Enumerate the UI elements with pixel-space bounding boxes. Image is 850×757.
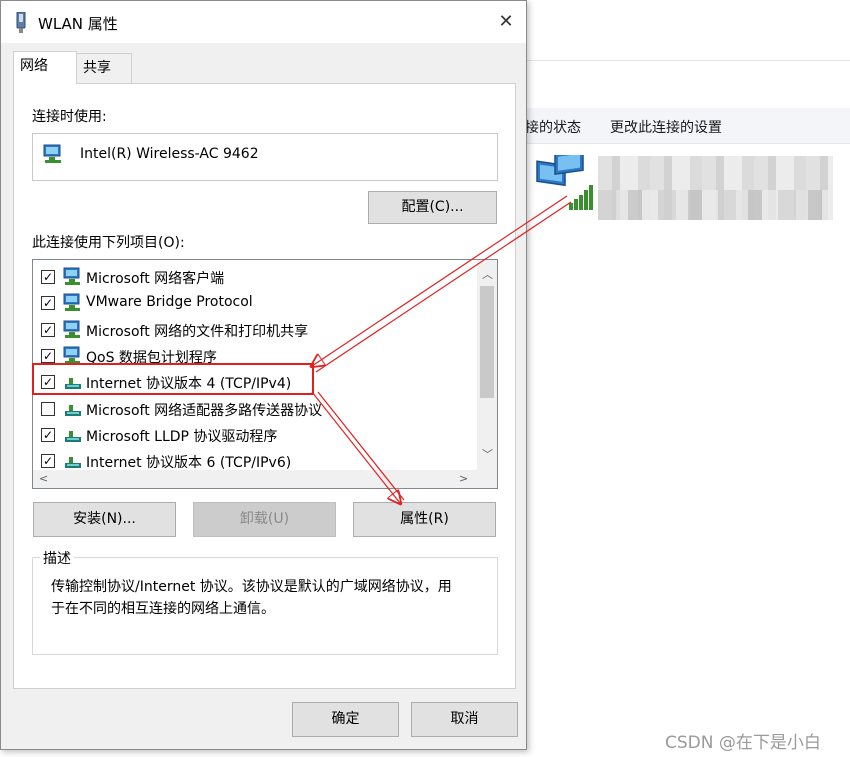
- list-item-label: Microsoft 网络客户端: [86, 271, 225, 287]
- blurred-connection-detail: [598, 190, 833, 220]
- list-item-label: Microsoft 网络的文件和打印机共享: [86, 323, 309, 340]
- network-client-icon: [63, 346, 80, 364]
- scroll-right-icon[interactable]: >: [459, 472, 468, 485]
- list-item-label: Internet 协议版本 4 (TCP/IPv4): [86, 376, 292, 393]
- ok-button[interactable]: 确定: [292, 702, 399, 737]
- protocol-icon: [65, 404, 81, 416]
- protocol-icon: [65, 457, 81, 469]
- description-line-2: 于在不同的相互连接的网络上通信。: [51, 601, 275, 617]
- checkbox-checked[interactable]: ✓: [41, 427, 55, 442]
- description-line-1: 传输控制协议/Internet 协议。该协议是默认的广域网络协议，用: [51, 579, 452, 595]
- background-divider: [525, 60, 850, 61]
- checkbox-checked[interactable]: ✓: [41, 454, 55, 469]
- properties-button[interactable]: 属性(R): [353, 502, 496, 537]
- checkbox-checked[interactable]: ✓: [41, 296, 55, 311]
- horizontal-scrollbar[interactable]: < >: [33, 470, 497, 488]
- cancel-button[interactable]: 取消: [411, 702, 518, 737]
- list-item[interactable]: ✓ QoS 数据包计划程序: [33, 343, 473, 369]
- watermark: CSDN @在下是小白: [665, 733, 821, 753]
- list-item[interactable]: ✓ Microsoft 网络的文件和打印机共享: [33, 317, 473, 343]
- protocol-icon: [65, 378, 81, 390]
- network-client-icon: [63, 293, 80, 312]
- checkbox-checked[interactable]: ✓: [41, 270, 55, 284]
- wlan-properties-dialog: WLAN 属性 ✕ 网络 共享 连接时使用: Intel(R) Wireless…: [0, 0, 527, 750]
- list-item-label: Microsoft 网络适配器多路传送器协议: [86, 402, 323, 419]
- tab-network[interactable]: 网络: [13, 51, 77, 84]
- close-button[interactable]: ✕: [493, 9, 519, 35]
- list-item[interactable]: ✓ VMware Bridge Protocol: [33, 290, 473, 316]
- protocol-icon: [65, 430, 81, 442]
- background-toolbar: 接的状态 更改此连接的设置: [525, 108, 850, 144]
- list-item[interactable]: ✓ Internet 协议版本 4 (TCP/IPv4): [33, 369, 473, 395]
- wireless-network-icon[interactable]: [535, 155, 595, 213]
- title-bar: WLAN 属性 ✕: [1, 1, 526, 43]
- scroll-up-icon[interactable]: ︿: [482, 266, 493, 282]
- dialog-title: WLAN 属性: [38, 15, 118, 33]
- list-item[interactable]: ✓ Microsoft LLDP 协议驱动程序: [33, 422, 473, 448]
- network-client-icon: [63, 320, 80, 338]
- description-text: 传输控制协议/Internet 协议。该协议是默认的广域网络协议，用 于在不同的…: [51, 576, 491, 620]
- configure-button[interactable]: 配置(C)...: [368, 191, 497, 224]
- adapter-box: Intel(R) Wireless-AC 9462: [32, 133, 498, 181]
- list-item-label: QoS 数据包计划程序: [86, 349, 217, 366]
- toolbar-item-change-settings[interactable]: 更改此连接的设置: [610, 117, 722, 137]
- scroll-down-icon[interactable]: ﹀: [482, 446, 493, 462]
- vertical-scroll-thumb[interactable]: [480, 286, 494, 398]
- checkbox-checked[interactable]: ✓: [41, 322, 55, 337]
- wlan-adapter-icon: [16, 12, 26, 33]
- checkbox-checked[interactable]: ✓: [41, 375, 55, 390]
- items-label: 此连接使用下列项目(O):: [32, 235, 185, 251]
- network-adapter-icon: [43, 144, 61, 163]
- list-item-label: Microsoft LLDP 协议驱动程序: [86, 428, 278, 445]
- install-button[interactable]: 安装(N)...: [33, 502, 176, 537]
- connect-using-label: 连接时使用:: [32, 109, 107, 125]
- description-title: 描述: [40, 548, 74, 568]
- checkbox-checked[interactable]: ✓: [41, 348, 55, 363]
- network-client-icon: [63, 267, 80, 285]
- components-list[interactable]: ✓ Microsoft 网络客户端 ✓ VMware Bridge Protocol ✓…: [32, 259, 498, 489]
- scroll-left-icon[interactable]: <: [39, 472, 48, 485]
- checkbox-unchecked[interactable]: [41, 401, 55, 416]
- list-item[interactable]: ✓ Microsoft 网络客户端: [33, 264, 473, 290]
- adapter-name: Intel(R) Wireless-AC 9462: [80, 146, 259, 162]
- list-item-label: VMware Bridge Protocol: [86, 294, 253, 311]
- toolbar-item-status[interactable]: 接的状态: [525, 117, 581, 137]
- list-item[interactable]: Microsoft 网络适配器多路传送器协议: [33, 396, 473, 422]
- vertical-scrollbar[interactable]: ︿ ﹀: [477, 260, 497, 470]
- tab-sharing[interactable]: 共享: [76, 53, 132, 83]
- uninstall-button[interactable]: 卸载(U): [193, 502, 336, 537]
